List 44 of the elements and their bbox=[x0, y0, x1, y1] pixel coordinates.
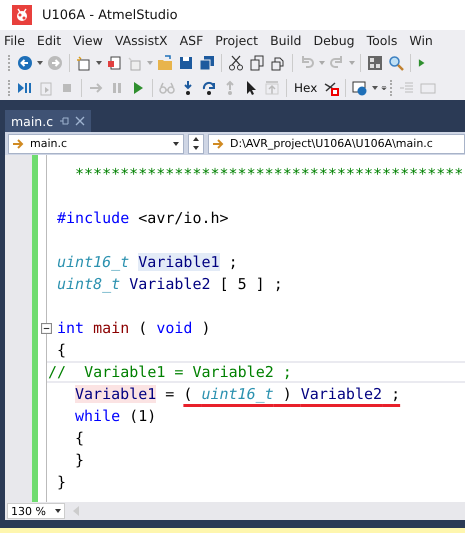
code-token: (1) bbox=[128, 407, 156, 425]
code-token: uint16_t bbox=[201, 385, 274, 403]
code-token: } bbox=[75, 451, 84, 469]
menu-item[interactable]: ASF bbox=[180, 32, 204, 48]
menu-item[interactable]: View bbox=[73, 32, 103, 48]
code-token: while bbox=[75, 407, 120, 425]
code-token: Variable1 bbox=[75, 385, 156, 403]
menu-item[interactable]: File bbox=[4, 32, 25, 48]
menu-item[interactable]: Project bbox=[215, 32, 258, 48]
menu-item[interactable]: Tools bbox=[366, 32, 398, 48]
code-token: ( bbox=[137, 319, 148, 337]
code-token: void bbox=[156, 319, 192, 337]
code-token: ; bbox=[228, 253, 238, 271]
code-token: Variable1 bbox=[138, 253, 220, 271]
code-token: #include bbox=[57, 209, 130, 227]
menu-item[interactable]: Edit bbox=[36, 32, 62, 48]
menu-item[interactable]: Win bbox=[409, 32, 433, 48]
code-token: uint8_t bbox=[57, 275, 122, 293]
code-token: uint16_t bbox=[57, 253, 130, 271]
code-token: ) bbox=[282, 385, 293, 403]
code-token: ( bbox=[183, 385, 194, 403]
code-token: main bbox=[93, 319, 130, 337]
zoom-dropdown[interactable]: 130 % bbox=[7, 503, 65, 519]
code-token: int bbox=[57, 319, 86, 337]
code-token: { bbox=[57, 341, 66, 359]
code-token: { bbox=[75, 429, 84, 447]
code-token: // Variable1 = Variable2 ; bbox=[48, 363, 292, 381]
menu-item[interactable]: Debug bbox=[313, 32, 355, 48]
code-token: [ 5 ] ; bbox=[218, 275, 283, 293]
code-token: } bbox=[57, 473, 66, 491]
code-token: <avr/io.h> bbox=[137, 209, 229, 227]
window-title: U106A - AtmelStudio bbox=[42, 8, 178, 22]
code-token: ; bbox=[390, 385, 400, 403]
code-token: Variable2 bbox=[300, 385, 382, 403]
menu-item[interactable]: VAssistX bbox=[114, 32, 168, 48]
code-token: = bbox=[164, 385, 176, 403]
hex-toggle[interactable]: Hex bbox=[292, 80, 320, 94]
scope-dropdown[interactable]: main.c bbox=[8, 134, 184, 154]
code-token: ******************************************* bbox=[75, 165, 464, 183]
menu-item[interactable]: Build bbox=[270, 32, 302, 48]
code-token: ) bbox=[200, 319, 211, 337]
path-dropdown[interactable]: D:\AVR_project\U106A\U106A\main.c bbox=[208, 134, 465, 154]
code-token: Variable2 bbox=[129, 275, 211, 293]
document-tab[interactable]: main.c bbox=[5, 110, 92, 132]
